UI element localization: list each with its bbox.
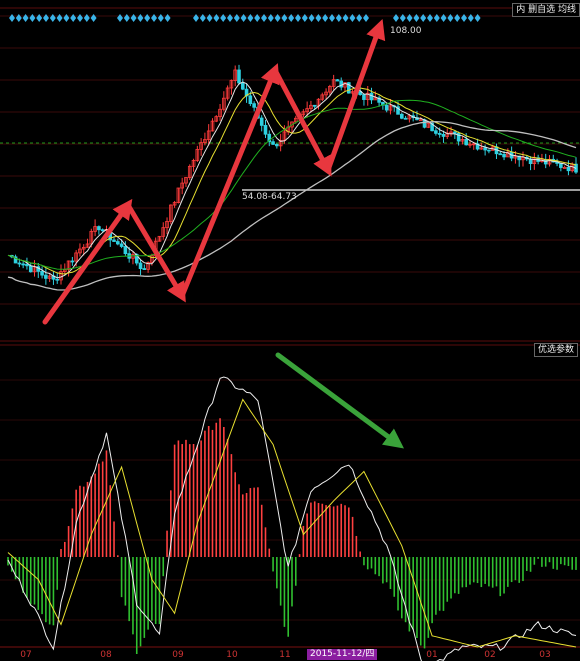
candle-body (403, 117, 408, 120)
candle-body (502, 154, 506, 158)
candle-body (237, 69, 241, 84)
candle-body (335, 79, 340, 82)
candle-body (17, 262, 22, 265)
x-tick-label: 09 (172, 650, 184, 660)
candle-body (362, 94, 366, 100)
candle-body (498, 153, 503, 156)
candle-body (100, 229, 105, 232)
candle-body (312, 104, 317, 107)
candle-body (70, 260, 75, 263)
candle-body (123, 246, 128, 255)
candle-body (142, 268, 147, 270)
candle-body (453, 131, 457, 134)
cursor-date-badge: 2015-11-12/四 (307, 649, 378, 660)
chart-canvas (0, 0, 580, 661)
top-toolbar-label[interactable]: 内 删自选 均线 (512, 3, 580, 17)
candle-body (263, 124, 268, 135)
candle-body (441, 134, 446, 137)
candle-body (138, 262, 143, 269)
candle-body (275, 143, 279, 147)
candle-body (55, 278, 60, 281)
candle-body (271, 141, 275, 145)
x-tick-label: 01 (426, 650, 438, 660)
x-tick-label: 10 (226, 650, 238, 660)
candle-body (259, 117, 264, 126)
candle-body (543, 159, 548, 165)
candle-body (483, 147, 487, 151)
x-tick-label: 11 (279, 650, 291, 660)
candle-body (119, 243, 124, 247)
candle-body (44, 274, 48, 279)
range-label: 54.08-64.73 (242, 192, 297, 202)
candle-body (400, 113, 404, 119)
candle-body (25, 263, 29, 267)
candle-body (116, 241, 120, 245)
x-tick-label: 08 (100, 650, 112, 660)
high-price-label: 108.00 (390, 26, 422, 36)
candle-body (434, 130, 438, 134)
x-tick-label: 07 (20, 650, 32, 660)
candle-body (559, 163, 563, 168)
candle-body (464, 138, 468, 146)
candle-body (112, 239, 116, 242)
indicator-params-button[interactable]: 优选参数 (533, 343, 578, 357)
candle-body (240, 82, 245, 90)
candle-body (384, 104, 389, 111)
candle-body (28, 265, 33, 273)
candle-body (21, 263, 25, 266)
candle-body (97, 226, 101, 231)
candle-body (566, 167, 571, 172)
candle-body (40, 270, 44, 276)
candle-body (248, 95, 253, 105)
x-tick-label: 02 (484, 650, 496, 660)
candle-body (252, 103, 256, 108)
candle-body (437, 132, 442, 135)
candle-body (487, 149, 491, 152)
x-tick-label: 03 (539, 650, 551, 660)
